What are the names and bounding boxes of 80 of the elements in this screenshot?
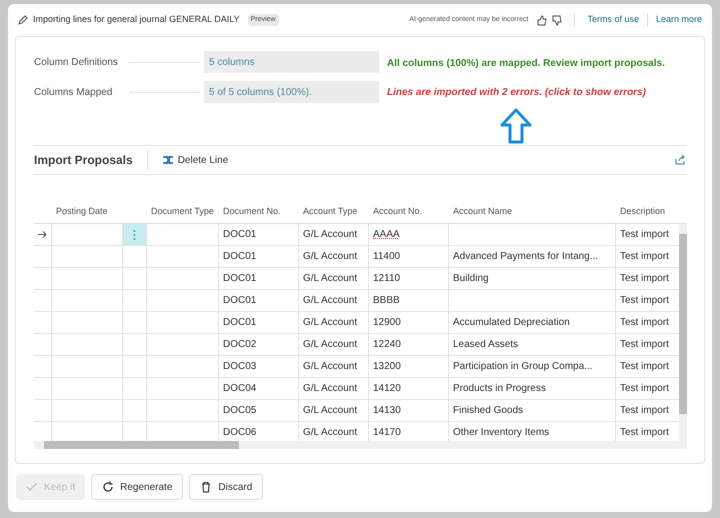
description: Test import [620, 316, 669, 330]
column-header[interactable]: Document Type [151, 206, 214, 216]
account-type: G/L Account [303, 338, 358, 352]
up-arrow-icon [500, 108, 532, 144]
thumbs-up-icon [536, 14, 548, 26]
description: Test import [620, 382, 669, 396]
regenerate-button[interactable]: Regenerate [91, 474, 184, 500]
account-type: G/L Account [303, 316, 358, 330]
account-type: G/L Account [303, 404, 358, 418]
more-options-icon [133, 228, 136, 240]
section-title: Import Proposals [34, 152, 133, 169]
account-type: G/L Account [303, 228, 358, 242]
description: Test import [620, 426, 669, 440]
trash-icon [200, 481, 212, 493]
field-label: Columns Mapped [34, 86, 114, 100]
share-icon [674, 154, 686, 166]
account-type: G/L Account [303, 360, 358, 374]
pencil-icon [18, 15, 28, 25]
horizontal-scrollbar[interactable] [34, 441, 687, 449]
description: Test import [620, 250, 669, 264]
account-type: G/L Account [303, 294, 358, 308]
column-header[interactable]: Account Name [453, 206, 512, 216]
account-number: 14120 [373, 382, 401, 396]
link[interactable]: Terms of use [587, 13, 639, 27]
discard-button[interactable]: Discard [189, 474, 264, 500]
account-type: G/L Account [303, 250, 358, 264]
document-number: DOC02 [223, 338, 256, 352]
account-number: 13200 [373, 360, 401, 374]
account-name: Building [453, 272, 489, 286]
description: Test import [620, 360, 669, 374]
account-name: Finished Goods [453, 404, 524, 418]
account-number: 12240 [373, 338, 401, 352]
column-header[interactable]: Posting Date [56, 206, 108, 216]
document-number: DOC06 [223, 426, 256, 440]
scissors-row-icon [162, 155, 174, 165]
description: Test import [620, 404, 669, 418]
account-type: G/L Account [303, 272, 358, 286]
description: Test import [620, 294, 669, 308]
document-number: DOC04 [223, 382, 256, 396]
account-number: BBBB [373, 294, 400, 308]
field-label: Column Definitions [34, 56, 119, 70]
column-header[interactable]: Document No. [223, 206, 281, 216]
dialog-title: Importing lines for general journal GENERAL DAILY [33, 13, 240, 26]
account-name: Accumulated Depreciation [453, 316, 570, 330]
account-number: AAAA [373, 228, 400, 242]
account-number: 12900 [373, 316, 401, 330]
account-name: Other Inventory Items [453, 426, 550, 440]
account-name: Advanced Payments for Intang... [453, 250, 598, 264]
vertical-scrollbar[interactable] [679, 224, 687, 441]
column-header[interactable]: Description [620, 206, 666, 216]
status-message: All columns (100%) are mapped. Review import proposals. [387, 57, 665, 71]
thumbs-down-icon [551, 14, 562, 26]
delete-line-button[interactable]: Delete Line [162, 152, 228, 168]
document-number: DOC01 [223, 250, 256, 264]
account-number: 14130 [373, 404, 401, 418]
document-number: DOC01 [223, 272, 256, 286]
check-icon [26, 481, 38, 493]
link[interactable]: Learn more [656, 13, 702, 27]
account-number: 14170 [373, 426, 401, 440]
document-number: DOC03 [223, 360, 256, 374]
document-number: DOC01 [223, 316, 256, 330]
account-number: 11400 [373, 250, 400, 264]
value-field: 5 of 5 columns (100%). [204, 81, 379, 103]
account-number: 12110 [373, 272, 400, 286]
description: Test import [620, 228, 669, 242]
document-number: DOC01 [223, 294, 256, 308]
account-name: Leased Assets [453, 338, 518, 352]
refresh-icon [102, 481, 114, 493]
error-message[interactable]: Lines are imported with 2 errors. (click to show errors) [387, 85, 665, 100]
document-number: DOC05 [223, 404, 256, 418]
account-name: Products in Progress [453, 382, 546, 396]
description: Test import [620, 272, 669, 286]
column-header[interactable]: Account No. [373, 206, 422, 216]
document-number: DOC01 [223, 228, 256, 242]
value-field: 5 columns [204, 51, 379, 73]
column-header[interactable]: Account Type [303, 206, 358, 216]
account-type: G/L Account [303, 382, 358, 396]
description: Test import [620, 338, 669, 352]
account-type: G/L Account [303, 426, 358, 440]
account-name: Participation in Group Compa... [453, 360, 593, 374]
